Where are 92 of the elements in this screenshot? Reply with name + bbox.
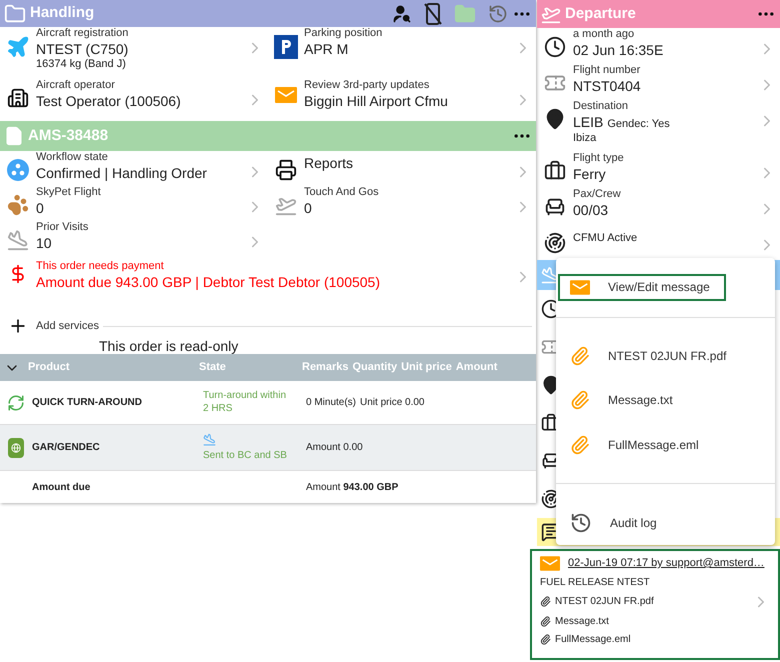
field-value: CFMU Active	[573, 231, 638, 246]
mail-icon	[540, 556, 560, 571]
attachment-link[interactable]: Message.txt	[555, 614, 770, 628]
menu-item[interactable]: NTEST 02JUN FR.pdf	[558, 342, 768, 370]
field-value: 00/03	[573, 202, 608, 220]
field-value: Biggin Hill Airport Cfmu	[304, 92, 448, 110]
field-value: APR M	[304, 40, 348, 58]
detail-text: 0 Minute(s)	[306, 396, 356, 410]
add-services-link[interactable]: Add services	[32, 318, 103, 334]
column-header: Product	[28, 360, 71, 376]
mail-icon	[275, 87, 297, 103]
paperclip-icon	[540, 634, 551, 644]
field-label: a month ago	[573, 28, 636, 42]
total-value: Amount 943.00 GBP	[306, 480, 398, 494]
field-label: Aircraft registration	[36, 27, 130, 41]
airplane-icon	[6, 35, 30, 59]
mail-icon	[570, 280, 590, 295]
field-value: Ferry	[573, 166, 606, 184]
menu-item[interactable]: FullMessage.eml	[558, 432, 768, 458]
field-label: Review 3rd-party updates	[304, 79, 430, 93]
folder-icon	[4, 2, 26, 24]
attachment-link[interactable]: NTEST 02JUN FR.pdf	[555, 594, 748, 609]
column-header: Amount	[456, 360, 498, 376]
order-title: AMS-38488	[28, 126, 110, 146]
field-sub: 16374 kg (Band J)	[36, 58, 127, 72]
user-search-icon[interactable]	[392, 4, 412, 24]
paperclip-icon	[570, 435, 590, 456]
field-label: Workflow state	[36, 151, 109, 165]
field-label: Prior Visits	[36, 221, 90, 235]
field-value: Confirmed | Handling Order	[36, 164, 207, 182]
menu-item[interactable]: View/Edit message	[558, 274, 726, 301]
radar-icon	[544, 232, 566, 254]
field-value: 0	[36, 200, 44, 218]
pin-icon	[544, 108, 566, 130]
column-header: State	[199, 360, 227, 376]
briefcase-icon	[544, 160, 566, 182]
refresh-icon	[7, 394, 25, 412]
paw-icon	[7, 194, 29, 216]
message-subject: FUEL RELEASE NTEST	[540, 576, 651, 590]
clock-icon	[544, 36, 566, 58]
field-label: Parking position	[304, 27, 384, 41]
landing-icon	[7, 229, 29, 251]
column-header: Unit price	[401, 360, 452, 376]
seat-icon	[544, 196, 566, 218]
read-only-note: This order is read-only	[98, 337, 240, 354]
detail-text: Unit price 0.00	[360, 396, 424, 410]
attachment-link[interactable]: FullMessage.eml	[555, 632, 770, 646]
product-name: QUICK TURN-AROUND	[32, 396, 143, 410]
menu-item[interactable]: Audit log	[558, 509, 768, 536]
field-value: 10	[36, 234, 52, 252]
payment-value: Amount due 943.00 GBP | Debtor Test Debtor (100505)	[36, 274, 381, 292]
field-value: 0	[304, 200, 312, 218]
parking-icon	[274, 35, 298, 59]
field-extra: Gendec: Yes	[607, 118, 670, 132]
passport-icon	[8, 438, 24, 458]
column-header: Remarks	[302, 360, 348, 376]
field-value: NTEST (C750)	[36, 40, 128, 58]
paperclip-icon	[540, 616, 551, 626]
field-value: LEIB	[573, 114, 604, 132]
total-label: Amount due	[32, 480, 92, 494]
field-label: Pax/Crew	[573, 188, 622, 202]
field-label: Destination	[573, 100, 630, 114]
paperclip-icon	[570, 390, 590, 410]
history-icon	[570, 512, 592, 534]
field-label: Aircraft operator	[36, 79, 116, 93]
column-header: Quantity	[352, 360, 398, 376]
field-label: Flight number	[573, 64, 642, 78]
paperclip-icon	[540, 596, 551, 607]
phone-crossed-icon[interactable]	[424, 2, 442, 24]
state-text: Sent to BC and SB	[203, 450, 288, 462]
document-icon	[4, 126, 24, 146]
message-link[interactable]: 02-Jun-19 07:17 by support@amsterd…	[568, 555, 764, 572]
workflow-icon	[7, 159, 29, 181]
product-name: GAR/GENDEC	[32, 441, 101, 455]
landing-icon	[203, 432, 216, 446]
field-value: Test Operator (100506)	[36, 92, 181, 110]
panel-title: Handling	[30, 3, 96, 24]
field-value: NTST0404	[573, 78, 641, 96]
field-label: SkyPet Flight	[36, 186, 102, 200]
field-label: Flight type	[573, 152, 625, 166]
payment-label: This order needs payment	[36, 260, 165, 274]
paperclip-icon	[570, 346, 590, 366]
panel-title: Departure	[565, 4, 637, 24]
field-value: 02 Jun 16:35E	[573, 42, 664, 60]
detail-text: Amount 0.00	[306, 441, 363, 455]
building-icon	[7, 87, 29, 109]
menu-item[interactable]: Message.txt	[558, 387, 768, 414]
field-label: Touch And Gos	[304, 186, 380, 200]
field-sub: Ibiza	[573, 132, 598, 146]
printer-icon	[275, 159, 297, 181]
state-text: Turn-around within 2 HRS	[203, 390, 288, 415]
field-value: Reports	[304, 154, 354, 172]
